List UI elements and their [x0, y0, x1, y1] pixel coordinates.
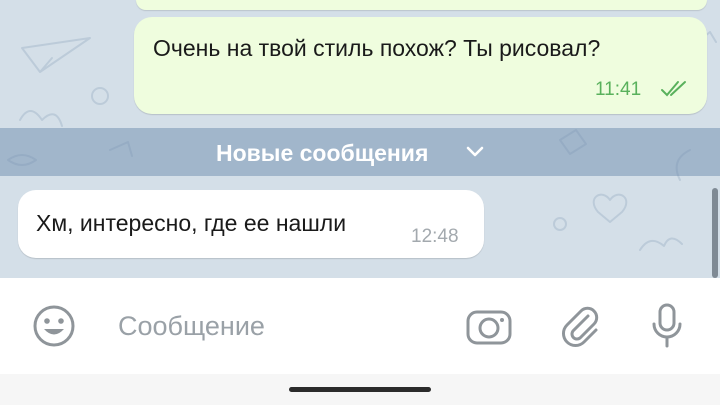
scrollbar[interactable]	[712, 188, 718, 278]
new-messages-divider[interactable]: Новые сообщения	[0, 128, 720, 176]
outgoing-message-text: Очень на твой стиль похож? Ты рисовал?	[153, 35, 601, 61]
microphone-icon[interactable]	[650, 302, 684, 350]
message-composer	[0, 278, 720, 374]
smiley-face-icon[interactable]	[32, 304, 76, 348]
incoming-message-text: Хм, интересно, где ее нашли	[36, 210, 347, 236]
new-messages-label: Новые сообщения	[216, 140, 429, 166]
paperclip-icon[interactable]	[558, 304, 602, 348]
chat-area: Очень на твой стиль похож? Ты рисовал? 1…	[0, 0, 720, 278]
camera-icon[interactable]	[465, 306, 513, 346]
outgoing-message[interactable]: Очень на твой стиль похож? Ты рисовал? 1…	[134, 17, 707, 114]
incoming-message[interactable]: Хм, интересно, где ее нашли 12:48	[18, 190, 484, 258]
home-gesture-handle[interactable]	[289, 387, 431, 392]
double-check-icon	[661, 81, 686, 97]
incoming-message-time: 12:48	[411, 226, 459, 247]
system-navigation-bar	[0, 374, 720, 405]
chevron-down-icon	[466, 146, 484, 157]
previous-message-bubble[interactable]	[136, 0, 707, 10]
outgoing-message-time: 11:41	[595, 79, 642, 100]
message-input[interactable]	[118, 308, 438, 344]
